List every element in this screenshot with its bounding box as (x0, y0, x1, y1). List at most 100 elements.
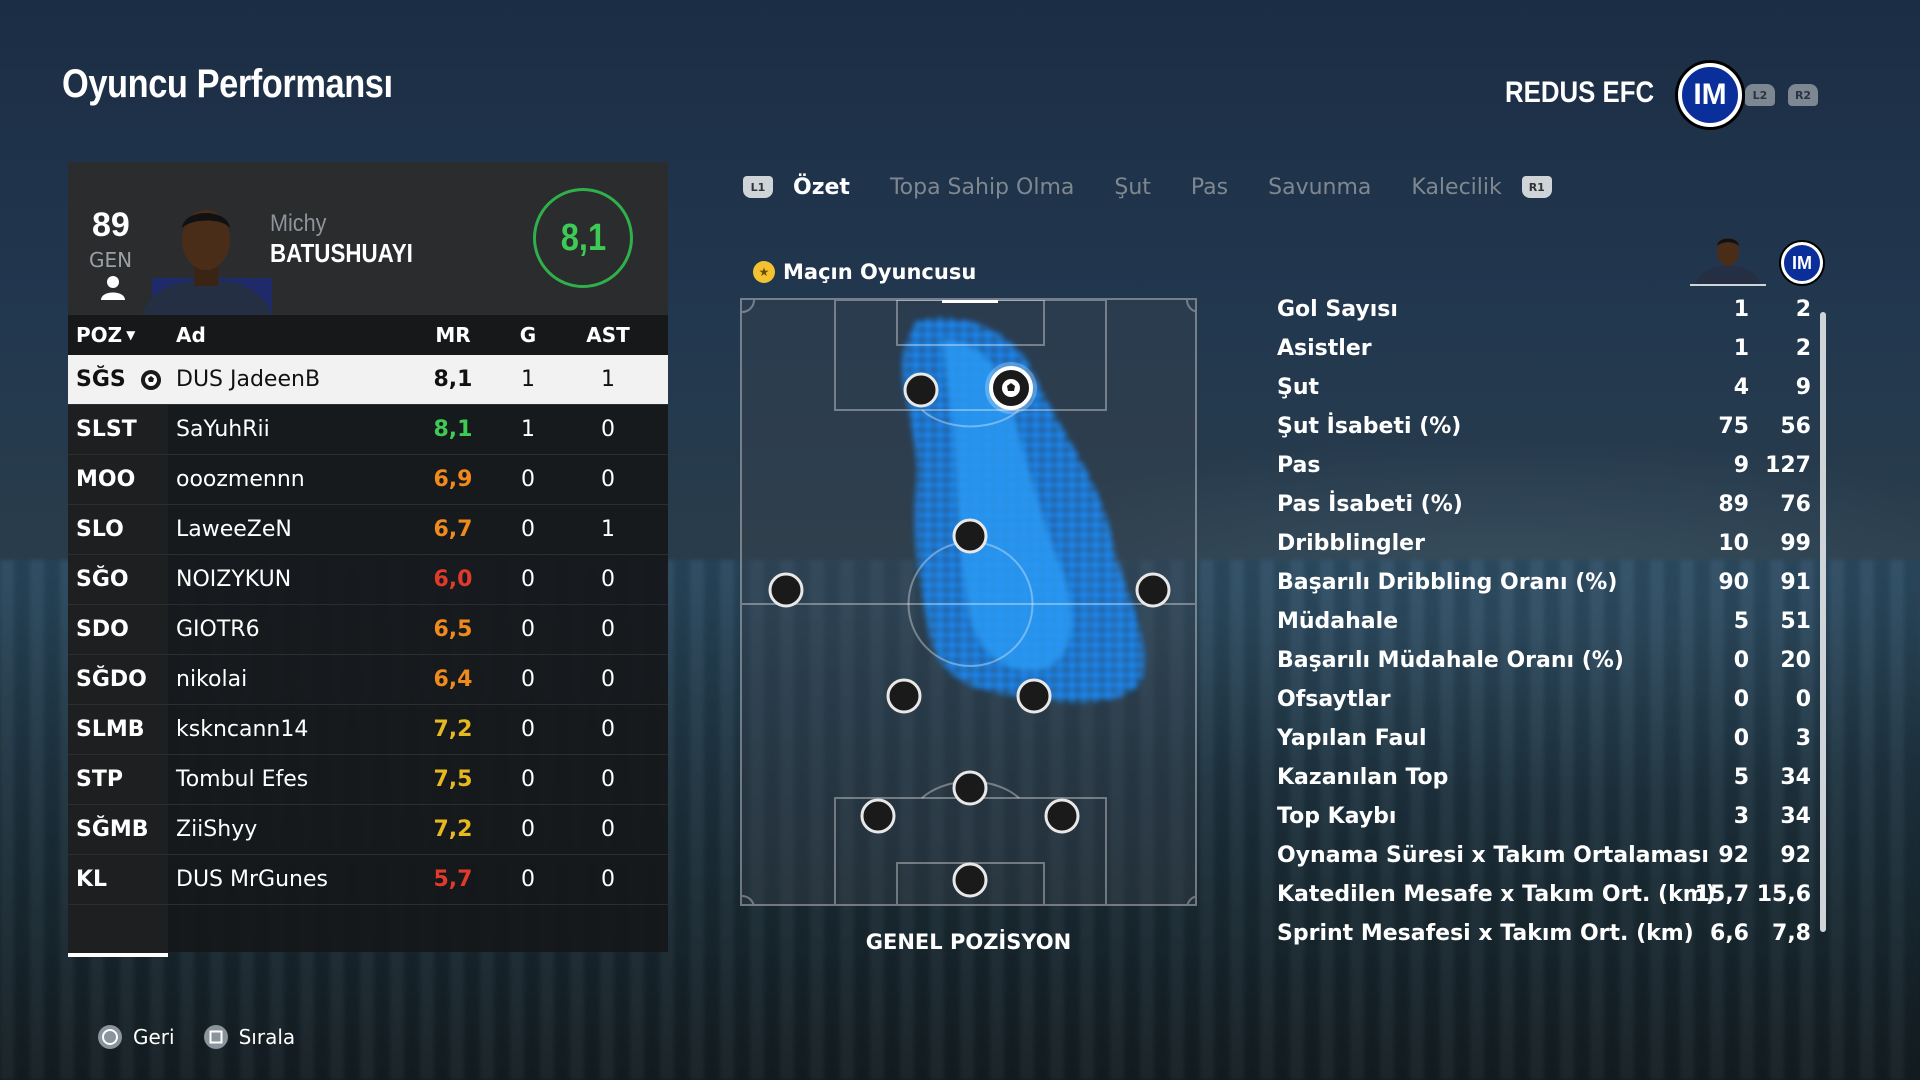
row-position: SLST (68, 405, 168, 454)
table-header: POZ ▼ Ad MR G AST (68, 315, 668, 355)
row-match-rating: 6,4 (433, 667, 473, 692)
table-row[interactable]: SĞS DUS JadeenB 8,1 1 1 (68, 355, 668, 405)
pitch-svg (742, 300, 1195, 904)
motm-star-icon: ★ (753, 261, 775, 283)
stats-scrollbar[interactable] (1820, 312, 1826, 932)
back-label[interactable]: Geri (133, 1025, 175, 1049)
row-match-rating: 6,9 (433, 467, 473, 492)
stat-team-value: 56 (1780, 414, 1811, 439)
player-mini-portrait (1696, 238, 1760, 284)
row-assists: 0 (601, 617, 615, 642)
highlighted-player-marker (985, 362, 1037, 414)
table-row[interactable]: STP Tombul Efes 7,5 0 0 (68, 755, 668, 805)
stat-team-value: 20 (1780, 648, 1811, 673)
row-match-rating: 5,7 (433, 867, 473, 892)
l2-button[interactable]: L2 (1745, 84, 1775, 106)
row-player-name: SaYuhRii (176, 417, 270, 442)
stat-team-value: 2 (1795, 297, 1811, 322)
stat-label: Başarılı Müdahale Oranı (%) (1277, 648, 1624, 673)
stat-team-value: 34 (1780, 804, 1811, 829)
category-tabs: L1 Özet Topa Sahip Olma Şut Pas Savunma … (743, 170, 1552, 204)
header-g: G (519, 323, 537, 347)
table-row[interactable]: SLST SaYuhRii 8,1 1 0 (68, 405, 668, 455)
table-row[interactable]: SDO GIOTR6 6,5 0 0 (68, 605, 668, 655)
row-player-name: DUS JadeenB (176, 367, 321, 392)
row-match-rating: 8,1 (433, 367, 473, 392)
stat-row: Müdahale 5 51 (1277, 602, 1811, 641)
stat-label: Müdahale (1277, 609, 1399, 634)
sort-label[interactable]: Sırala (239, 1025, 296, 1049)
tab-ozet[interactable]: Özet (793, 175, 850, 200)
match-rating-ring: 8,1 (533, 188, 633, 288)
table-row[interactable]: SLMB kskncann14 7,2 0 0 (68, 705, 668, 755)
stat-team-value: 127 (1765, 453, 1811, 478)
row-position: SLMB (68, 705, 168, 754)
stat-row: Gol Sayısı 1 2 (1277, 290, 1811, 329)
stat-team-value: 0 (1795, 687, 1811, 712)
stat-row: Şut 4 9 (1277, 368, 1811, 407)
stat-row: Kazanılan Top 5 34 (1277, 758, 1811, 797)
stat-player-value: 90 (1718, 570, 1749, 595)
tab-sut[interactable]: Şut (1114, 175, 1151, 200)
table-row[interactable]: SLO LaweeZeN 6,7 0 1 (68, 505, 668, 555)
stat-label: Oynama Süresi x Takım Ortalaması (1277, 843, 1709, 868)
row-assists: 0 (601, 717, 615, 742)
table-row[interactable]: SĞMB ZiiShyy 7,2 0 0 (68, 805, 668, 855)
stat-label: Başarılı Dribbling Oranı (%) (1277, 570, 1618, 595)
stat-team-value: 9 (1795, 375, 1811, 400)
table-row[interactable]: KL DUS MrGunes 5,7 0 0 (68, 855, 668, 905)
stat-player-value: 89 (1718, 492, 1749, 517)
stat-player-value: 92 (1718, 843, 1749, 868)
row-match-rating: 6,5 (433, 617, 473, 642)
table-row[interactable]: SĞO NOIZYKUN 6,0 0 0 (68, 555, 668, 605)
tab-savunma[interactable]: Savunma (1268, 175, 1371, 200)
row-position: STP (68, 755, 168, 804)
player-overall: 89 (92, 206, 130, 244)
table-row[interactable]: SĞDO nikolai 6,4 0 0 (68, 655, 668, 705)
person-icon (101, 276, 125, 300)
player-first-name: Michy (270, 210, 327, 237)
row-match-rating: 6,7 (433, 517, 473, 542)
row-assists: 0 (601, 467, 615, 492)
player-header: 89 GEN Michy BATUSHUAYI 8,1 (68, 162, 668, 315)
l1-button[interactable]: L1 (743, 176, 773, 198)
row-goals: 0 (521, 467, 535, 492)
row-match-rating: 7,5 (433, 767, 473, 792)
tab-kalecilik[interactable]: Kalecilik (1411, 175, 1501, 200)
r2-button[interactable]: R2 (1788, 84, 1818, 106)
stat-player-value: 5 (1733, 765, 1749, 790)
stat-label: Pas (1277, 453, 1321, 478)
stat-player-value: 3 (1733, 804, 1749, 829)
stat-player-value: 0 (1733, 726, 1749, 751)
tab-pas[interactable]: Pas (1191, 175, 1228, 200)
row-assists: 0 (601, 567, 615, 592)
row-assists: 1 (601, 367, 615, 392)
header-ad: Ad (176, 323, 206, 347)
stat-label: Yapılan Faul (1277, 726, 1427, 751)
header-ast: AST (586, 323, 630, 347)
player-last-name: BATUSHUAYI (270, 238, 413, 268)
stat-label: Katedilen Mesafe x Takım Ort. (km) (1277, 882, 1716, 907)
tab-topa-sahip-olma[interactable]: Topa Sahip Olma (890, 175, 1074, 200)
row-position: SĞDO (68, 655, 168, 704)
header-poz[interactable]: POZ ▼ (76, 315, 168, 355)
row-goals: 0 (521, 717, 535, 742)
square-button-icon[interactable] (203, 1024, 229, 1050)
stat-player-value: 6,6 (1710, 921, 1749, 946)
row-assists: 1 (601, 517, 615, 542)
stat-row: Oynama Süresi x Takım Ortalaması 92 92 (1277, 836, 1811, 875)
goal-top (942, 300, 998, 303)
stat-label: Kazanılan Top (1277, 765, 1449, 790)
stat-row: Sprint Mesafesi x Takım Ort. (km) 6,6 7,8 (1277, 914, 1811, 953)
stat-player-value: 1 (1733, 297, 1749, 322)
circle-button-icon[interactable] (97, 1024, 123, 1050)
stats-list: Gol Sayısı 1 2 Asistler 1 2 Şut 4 9 Şut İsabeti (… (1277, 290, 1811, 953)
table-row[interactable]: MOO ooozmennn 6,9 0 0 (68, 455, 668, 505)
stat-team-value: 7,8 (1772, 921, 1811, 946)
r1-button[interactable]: R1 (1521, 176, 1552, 198)
row-position: SĞO (68, 555, 168, 604)
row-player-name: ooozmennn (176, 467, 305, 492)
row-goals: 1 (521, 417, 535, 442)
overall-label: GEN (89, 248, 133, 272)
stat-player-value: 10 (1718, 531, 1749, 556)
